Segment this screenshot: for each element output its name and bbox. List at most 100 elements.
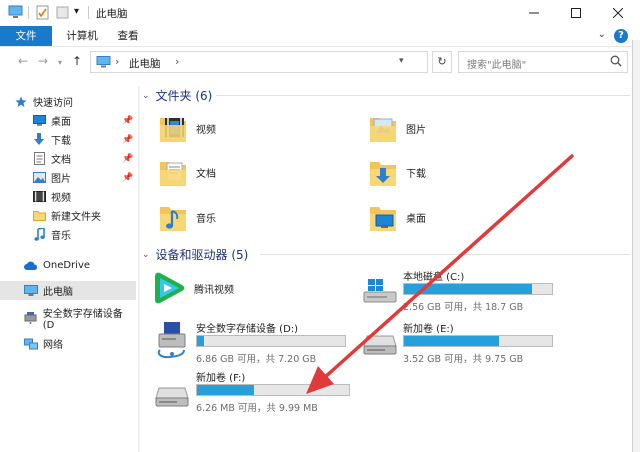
title-bar: ▾ 此电脑 [0,0,640,26]
sidebar-item-music[interactable]: 音乐 [0,225,136,244]
sidebar-item-sd-card[interactable]: 安全数字存储设备 (D [0,308,136,331]
network-icon [24,337,38,350]
folder-item-pictures[interactable]: 图片 [368,112,426,144]
navigation-pane: 快速访问 桌面 📌 下载 📌 文档 📌 图片 📌 视频 新建文件夹 音乐 One… [0,86,136,452]
drive-c-icon-wrap[interactable] [362,278,398,304]
pin-icon[interactable]: 📌 [122,116,133,126]
windows-drive-icon [363,279,397,303]
sidebar-item-new-folder[interactable]: 新建文件夹 [0,206,136,225]
drive-usage-fill [197,336,204,346]
search-icon [610,55,622,70]
music-folder-icon [160,207,186,231]
drive-usage-fill [404,284,532,294]
picture-folder-icon [370,118,396,142]
computer-icon [96,56,111,71]
drive-usage-bar [196,384,350,396]
folder-item-documents[interactable]: 文档 [158,156,216,188]
group-divider [260,254,630,255]
maximize-icon [571,8,581,18]
close-icon [613,8,623,18]
search-input[interactable]: 搜索"此电脑" [458,51,628,73]
hard-drive-icon [363,335,397,355]
folder-item-downloads[interactable]: 下载 [368,156,426,188]
folder-item-music[interactable]: 音乐 [158,201,216,233]
minimize-button[interactable] [514,0,554,26]
pin-icon[interactable]: 📌 [122,135,133,145]
drive-usage-fill [197,385,254,395]
document-icon [32,152,46,165]
navigation-pane-divider[interactable] [138,86,140,452]
forward-arrow-icon[interactable]: → [38,54,48,68]
video-folder-icon [160,118,186,142]
cloud-icon [24,259,38,272]
close-button[interactable] [598,0,638,26]
tab-view[interactable]: 查看 [112,26,144,46]
drive-e-icon-wrap[interactable] [362,334,398,356]
search-placeholder: 搜索"此电脑" [467,60,527,71]
desktop-icon [32,114,46,127]
hard-drive-icon [155,387,189,407]
expand-ribbon-icon[interactable]: ⌄ [598,29,606,40]
ribbon-tabs: 文件 计算机 查看 ⌄ ? [0,26,640,46]
collapse-chevron-icon[interactable]: ⌄ [142,91,150,101]
sidebar-item-documents[interactable]: 文档 📌 [0,149,136,168]
drive-f-icon-wrap[interactable] [154,386,190,408]
picture-icon [32,171,46,184]
drive-usage-bar [403,283,553,295]
sidebar-item-pictures[interactable]: 图片 📌 [0,168,136,187]
explorer-window: ▾ 此电脑 文件 计算机 查看 ⌄ ? ← → ▾ ↑ › 此电脑 › ▾ ↻ … [0,0,640,452]
download-folder-icon [370,162,396,186]
refresh-icon: ↻ [437,55,447,68]
collapse-chevron-icon[interactable]: ⌄ [142,250,150,260]
pin-icon[interactable]: 📌 [122,173,133,183]
tab-file[interactable]: 文件 [0,26,52,46]
breadcrumb-separator-icon[interactable]: › [115,55,119,68]
download-icon [32,133,46,146]
drive-d-icon-wrap[interactable] [154,320,192,360]
folders-group-header[interactable]: ⌄ 文件夹 (6) [142,87,212,104]
breadcrumb-separator-icon[interactable]: › [175,55,179,68]
desktop-folder-icon [370,207,396,231]
recent-locations-icon[interactable]: ▾ [58,58,62,67]
back-arrow-icon[interactable]: ← [18,54,28,68]
properties-icon[interactable] [36,5,51,20]
sidebar-item-quick-access[interactable]: 快速访问 [0,92,136,111]
music-icon [32,228,46,241]
computer-icon[interactable] [8,5,23,20]
minimize-icon [529,12,539,14]
devices-group-header[interactable]: ⌄ 设备和驱动器 (5) [142,246,248,263]
address-row: ← → ▾ ↑ › 此电脑 › ▾ ↻ 搜索"此电脑" [0,46,640,76]
sidebar-item-network[interactable]: 网络 [0,334,136,353]
window-title: 此电脑 [96,8,128,20]
background-window-edge [632,40,640,452]
quick-access-dropdown-icon[interactable]: ▾ [74,6,89,21]
up-arrow-icon[interactable]: ↑ [72,54,82,68]
sidebar-item-downloads[interactable]: 下载 📌 [0,130,136,149]
sd-drive-icon [157,322,186,359]
computer-icon [24,284,38,297]
sidebar-item-desktop[interactable]: 桌面 📌 [0,111,136,130]
drive-usage-fill [404,336,499,346]
new-folder-icon[interactable] [56,5,71,20]
drive-usage-bar [196,335,346,347]
group-divider [216,95,630,96]
pin-icon[interactable]: 📌 [122,154,133,164]
maximize-button[interactable] [556,0,596,26]
sidebar-item-videos[interactable]: 视频 [0,187,136,206]
video-icon [32,190,46,203]
device-item-tencent-video[interactable]: 腾讯视频 [152,272,234,304]
sd-card-icon [24,311,38,324]
help-icon[interactable]: ? [614,29,628,43]
address-bar[interactable]: › 此电脑 › ▾ [90,51,428,73]
breadcrumb-this-pc[interactable]: 此电脑 [129,56,161,71]
tab-computer[interactable]: 计算机 [60,26,104,46]
star-icon [14,95,28,108]
folder-item-videos[interactable]: 视频 [158,112,216,144]
folder-item-desktop[interactable]: 桌面 [368,201,426,233]
address-dropdown-icon[interactable]: ▾ [399,56,404,66]
refresh-button[interactable]: ↻ [432,51,452,73]
tencent-video-icon [155,272,185,304]
sidebar-item-this-pc[interactable]: 此电脑 [0,281,136,300]
sidebar-item-onedrive[interactable]: OneDrive [0,256,136,275]
content-pane: ⌄ 文件夹 (6) 视频 图片 文档 下载 音乐 桌面 ⌄ 设备和驱动器 (5)… [142,80,632,452]
